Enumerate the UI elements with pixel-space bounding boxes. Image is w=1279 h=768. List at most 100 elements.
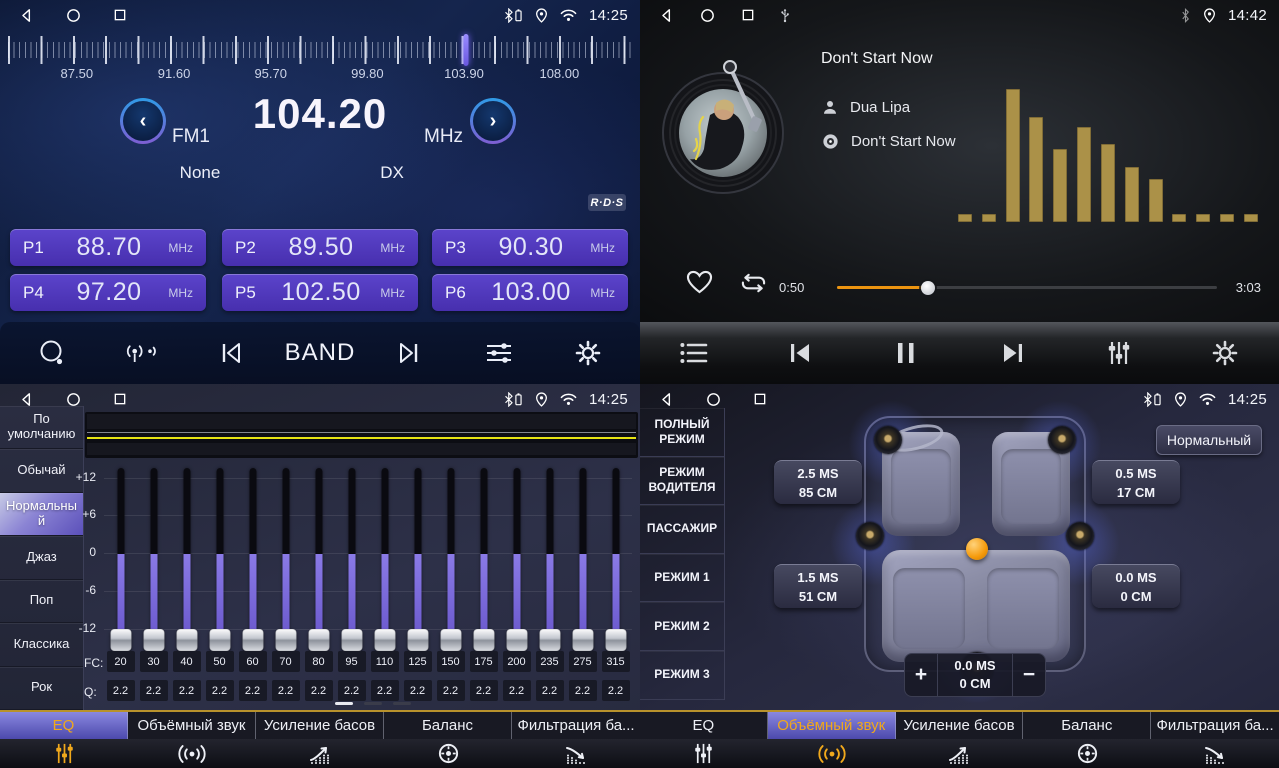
band-slider-track[interactable] (348, 468, 355, 640)
nav-recents-icon[interactable] (752, 391, 768, 407)
previous-station-button[interactable] (207, 329, 255, 377)
nav-back-icon[interactable] (658, 7, 675, 24)
band-button[interactable]: BAND (296, 329, 344, 377)
band-slider-thumb[interactable] (605, 629, 626, 651)
band-slider-track[interactable] (216, 468, 223, 640)
band-slider-thumb[interactable] (572, 629, 593, 651)
tab-surround[interactable]: Объёмный звук (768, 712, 896, 768)
playlist-icon[interactable] (670, 329, 718, 377)
tab-bass-boost[interactable]: Усиление басов (256, 712, 384, 768)
band-slider-thumb[interactable] (341, 629, 362, 651)
tab-surround[interactable]: Объёмный звук (128, 712, 256, 768)
progress-knob[interactable] (921, 281, 935, 295)
band-slider-thumb[interactable] (539, 629, 560, 651)
band-slider-track[interactable] (546, 468, 553, 640)
band-slider-thumb[interactable] (242, 629, 263, 651)
tab-balance[interactable]: Баланс (1023, 712, 1151, 768)
band-slider-track[interactable] (249, 468, 256, 640)
tab-bass-boost[interactable]: Усиление басов (896, 712, 1024, 768)
band-slider-track[interactable] (480, 468, 487, 640)
band-slider-track[interactable] (150, 468, 157, 640)
front-right-delay-chip[interactable]: 0.5 MS 17 CM (1092, 460, 1180, 504)
frequency-scale[interactable]: 87.50 91.60 95.70 99.80 103.90 108.00 (0, 30, 640, 88)
nav-recents-icon[interactable] (112, 391, 128, 407)
preset-p1[interactable]: P1 88.70 MHz (10, 229, 206, 266)
listening-mode-item[interactable]: РЕЖИМ 2 (640, 602, 724, 651)
rear-left-delay-chip[interactable]: 1.5 MS 51 CM (774, 564, 862, 608)
listening-mode-item[interactable]: РЕЖИМ 3 (640, 651, 724, 700)
band-slider-thumb[interactable] (440, 629, 461, 651)
pause-button[interactable] (882, 329, 930, 377)
nav-recents-icon[interactable] (740, 7, 756, 23)
nav-home-icon[interactable] (705, 391, 722, 408)
gain-axis-label: 0 (58, 545, 96, 559)
settings-gear-icon[interactable] (1201, 329, 1249, 377)
band-slider-thumb[interactable] (275, 629, 296, 651)
nav-home-icon[interactable] (65, 391, 82, 408)
band-slider-thumb[interactable] (473, 629, 494, 651)
car-cabin-diagram (864, 416, 1086, 672)
tab-eq[interactable]: EQ (640, 712, 768, 768)
band-slider-thumb[interactable] (374, 629, 395, 651)
front-left-delay-chip[interactable]: 2.5 MS 85 CM (774, 460, 862, 504)
listening-position-marker[interactable] (966, 538, 988, 560)
repeat-icon[interactable] (738, 270, 769, 301)
next-track-button[interactable] (989, 329, 1037, 377)
band-slider-track[interactable] (183, 468, 190, 640)
band-slider-track[interactable] (513, 468, 520, 640)
tab-eq[interactable]: EQ (0, 712, 128, 768)
band-slider-track[interactable] (447, 468, 454, 640)
nav-back-icon[interactable] (658, 391, 675, 408)
band-slider-thumb[interactable] (407, 629, 428, 651)
increase-delay-button[interactable]: + (905, 654, 937, 696)
progress-bar[interactable] (837, 286, 1217, 289)
band-slider-track[interactable] (315, 468, 322, 640)
preset-p6[interactable]: P6 103.00 MHz (432, 274, 628, 311)
band-slider-track[interactable] (381, 468, 388, 640)
preset-p4[interactable]: P4 97.20 MHz (10, 274, 206, 311)
favorite-heart-icon[interactable] (686, 270, 713, 299)
band-slider-track[interactable] (612, 468, 619, 640)
band-slider-thumb[interactable] (176, 629, 197, 651)
nav-home-icon[interactable] (65, 7, 82, 24)
band-slider-thumb[interactable] (308, 629, 329, 651)
scan-search-button[interactable] (28, 329, 76, 377)
decrease-delay-button[interactable]: − (1013, 654, 1045, 696)
nav-back-icon[interactable] (18, 391, 35, 408)
band-slider-thumb[interactable] (143, 629, 164, 651)
settings-gear-icon[interactable] (564, 329, 612, 377)
preset-p5[interactable]: P5 102.50 MHz (222, 274, 418, 311)
band-slider-track[interactable] (414, 468, 421, 640)
tune-up-button[interactable]: › (470, 98, 516, 144)
preset-p2[interactable]: P2 89.50 MHz (222, 229, 418, 266)
band-slider-track[interactable] (117, 468, 124, 640)
tab-balance[interactable]: Баланс (384, 712, 512, 768)
tuner-indicator[interactable] (464, 34, 469, 66)
band-q-value: 2.2 (140, 680, 168, 701)
band-slider-thumb[interactable] (209, 629, 230, 651)
broadcast-antenna-icon[interactable] (117, 329, 165, 377)
band-slider-thumb[interactable] (506, 629, 527, 651)
listening-mode-item[interactable]: РЕЖИМ 1 (640, 554, 724, 603)
band-slider-thumb[interactable] (110, 629, 131, 651)
next-station-button[interactable] (385, 329, 433, 377)
nav-home-icon[interactable] (699, 7, 716, 24)
listening-mode-item[interactable]: ПОЛНЫЙ РЕЖИМ (640, 408, 724, 457)
tab-filter[interactable]: Фильтрация ба... (512, 712, 640, 768)
preset-p3[interactable]: P3 90.30 MHz (432, 229, 628, 266)
previous-track-button[interactable] (776, 329, 824, 377)
rear-right-delay-chip[interactable]: 0.0 MS 0 CM (1092, 564, 1180, 608)
nav-recents-icon[interactable] (112, 7, 128, 23)
progress-fill (837, 286, 928, 289)
audio-settings-icon[interactable] (475, 329, 523, 377)
nav-back-icon[interactable] (18, 7, 35, 24)
band-slider-track[interactable] (282, 468, 289, 640)
tab-filter[interactable]: Фильтрация ба... (1151, 712, 1279, 768)
band-slider-track[interactable] (579, 468, 586, 640)
eq-preset-item[interactable]: Рок (0, 667, 83, 710)
elapsed-time: 0:50 (779, 280, 804, 295)
listening-mode-item[interactable]: РЕЖИМ ВОДИТЕЛЯ (640, 457, 724, 506)
surround-preset-button[interactable]: Нормальный (1156, 425, 1262, 455)
listening-mode-item[interactable]: ПАССАЖИР (640, 505, 724, 554)
equalizer-icon[interactable] (1095, 329, 1143, 377)
